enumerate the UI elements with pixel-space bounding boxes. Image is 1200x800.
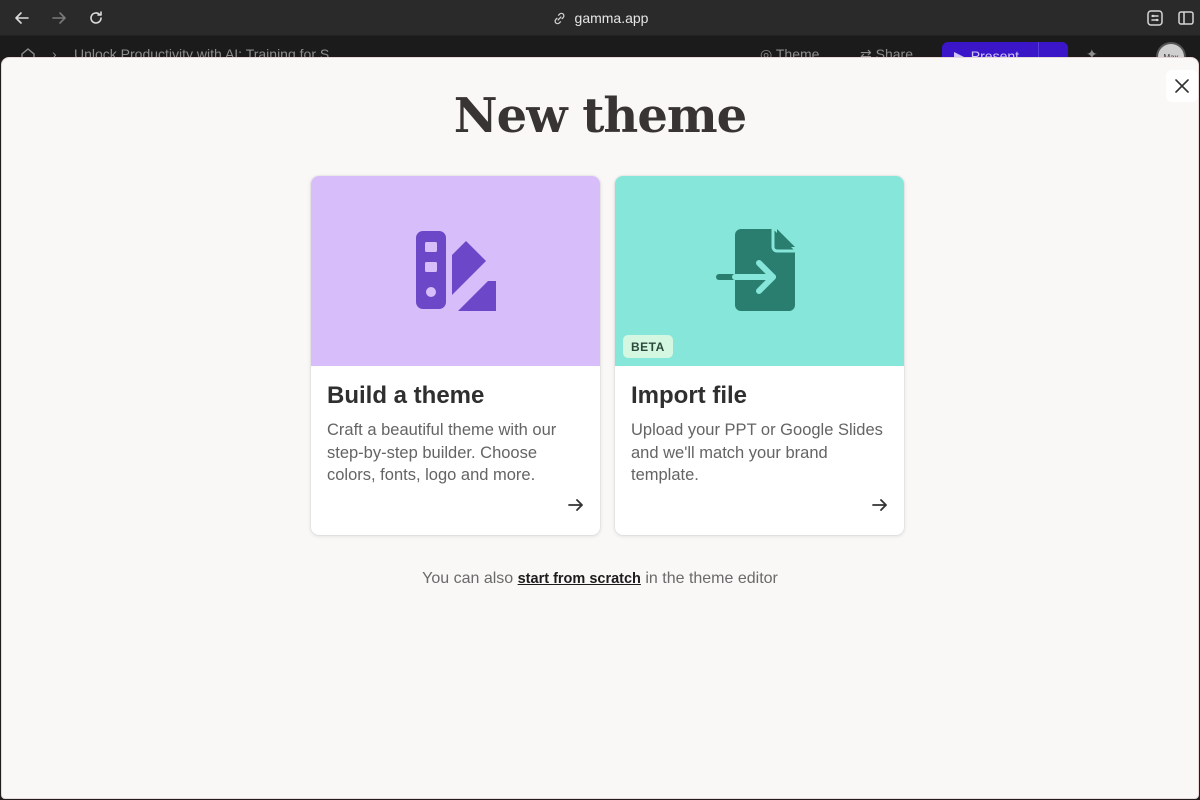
- sidebar-toggle-button[interactable]: [1176, 8, 1196, 28]
- link-icon: [554, 12, 564, 24]
- build-theme-hero: [311, 176, 600, 366]
- extension-icon: [1147, 10, 1163, 26]
- swatch-palette-icon: [415, 231, 496, 311]
- footer-prefix: You can also: [422, 570, 518, 587]
- footer-suffix: in the theme editor: [640, 570, 778, 587]
- modal-title: New theme: [453, 88, 747, 144]
- sidebar-icon: [1178, 11, 1194, 25]
- start-from-scratch-link[interactable]: start from scratch: [518, 571, 641, 587]
- import-file-hero: BETA: [615, 176, 904, 366]
- url-text[interactable]: gamma.app: [575, 10, 649, 26]
- footer-text: You can also start from scratch in the t…: [2, 570, 1198, 588]
- import-file-card[interactable]: BETA Import file Upload your PPT or Goog…: [615, 176, 904, 535]
- reload-button[interactable]: [84, 6, 108, 30]
- new-theme-modal: New theme Build a theme Craft a beautifu…: [1, 57, 1199, 799]
- back-button[interactable]: [10, 6, 34, 30]
- extension-button[interactable]: [1145, 8, 1165, 28]
- browser-toolbar: gamma.app: [0, 0, 1200, 36]
- beta-badge: BETA: [623, 335, 673, 358]
- card-description: Upload your PPT or Google Slides and we'…: [631, 421, 883, 484]
- forward-button[interactable]: [47, 6, 71, 30]
- address-bar: gamma.app: [0, 0, 1200, 36]
- card-title: Import file: [631, 382, 748, 409]
- arrow-right-icon: [566, 495, 586, 515]
- arrow-right-icon: [870, 495, 890, 515]
- import-file-icon: [715, 229, 795, 311]
- card-title: Build a theme: [327, 382, 485, 409]
- arrow-right-icon: [52, 12, 66, 24]
- card-description: Craft a beautiful theme with our step-by…: [327, 421, 557, 484]
- arrow-left-icon: [15, 12, 29, 24]
- reload-icon: [90, 11, 102, 24]
- build-theme-card[interactable]: Build a theme Craft a beautiful theme wi…: [311, 176, 600, 535]
